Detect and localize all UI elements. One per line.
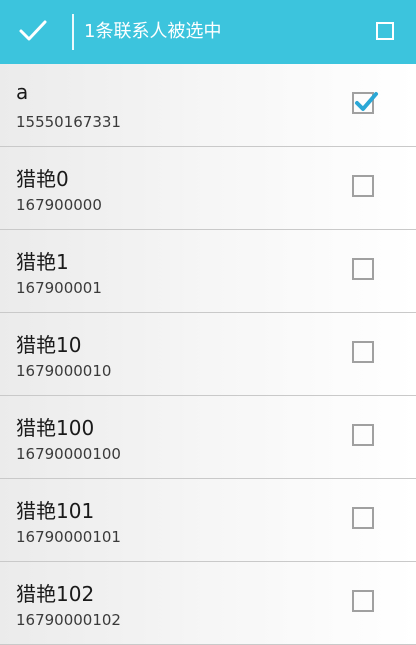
select-all-checkbox[interactable] bbox=[376, 22, 394, 40]
contact-phone: 167900000 bbox=[16, 196, 102, 214]
contact-row[interactable]: 猎艳0 167900000 bbox=[0, 147, 416, 230]
contact-phone: 1679000010 bbox=[16, 362, 112, 380]
contact-phone: 16790000100 bbox=[16, 445, 121, 463]
contact-phone: 16790000102 bbox=[16, 611, 121, 629]
done-button[interactable] bbox=[0, 0, 66, 64]
contact-name: 猎艳0 bbox=[16, 167, 69, 191]
contact-row[interactable]: 猎艳10 1679000010 bbox=[0, 313, 416, 396]
contact-checkbox[interactable] bbox=[352, 341, 374, 363]
contact-checkbox[interactable] bbox=[352, 590, 374, 612]
contact-row[interactable]: 猎艳100 16790000100 bbox=[0, 396, 416, 479]
contact-list: a 15550167331 猎艳0 167900000 猎艳1 16790000… bbox=[0, 64, 416, 645]
contact-name: a bbox=[16, 80, 29, 104]
contact-row[interactable]: 猎艳102 16790000102 bbox=[0, 562, 416, 645]
contact-checkbox[interactable] bbox=[352, 507, 374, 529]
checkmark-icon bbox=[355, 92, 378, 111]
contact-name: 猎艳10 bbox=[16, 333, 82, 357]
contact-name: 猎艳1 bbox=[16, 250, 69, 274]
contact-checkbox[interactable] bbox=[352, 258, 374, 280]
action-bar: 1条联系人被选中 bbox=[0, 0, 416, 64]
contact-checkbox-checked[interactable] bbox=[352, 92, 378, 114]
contact-checkbox[interactable] bbox=[352, 424, 374, 446]
contact-phone: 15550167331 bbox=[16, 113, 121, 131]
contact-row[interactable]: a 15550167331 bbox=[0, 64, 416, 147]
contact-name: 猎艳102 bbox=[16, 582, 95, 606]
contact-name: 猎艳100 bbox=[16, 416, 95, 440]
contact-row[interactable]: 猎艳1 167900001 bbox=[0, 230, 416, 313]
contact-name: 猎艳101 bbox=[16, 499, 95, 523]
check-icon bbox=[18, 18, 48, 46]
action-bar-divider bbox=[72, 14, 74, 50]
selection-count-title: 1条联系人被选中 bbox=[84, 21, 222, 42]
contact-phone: 16790000101 bbox=[16, 528, 121, 546]
contact-row[interactable]: 猎艳101 16790000101 bbox=[0, 479, 416, 562]
contact-checkbox[interactable] bbox=[352, 175, 374, 197]
contact-phone: 167900001 bbox=[16, 279, 102, 297]
